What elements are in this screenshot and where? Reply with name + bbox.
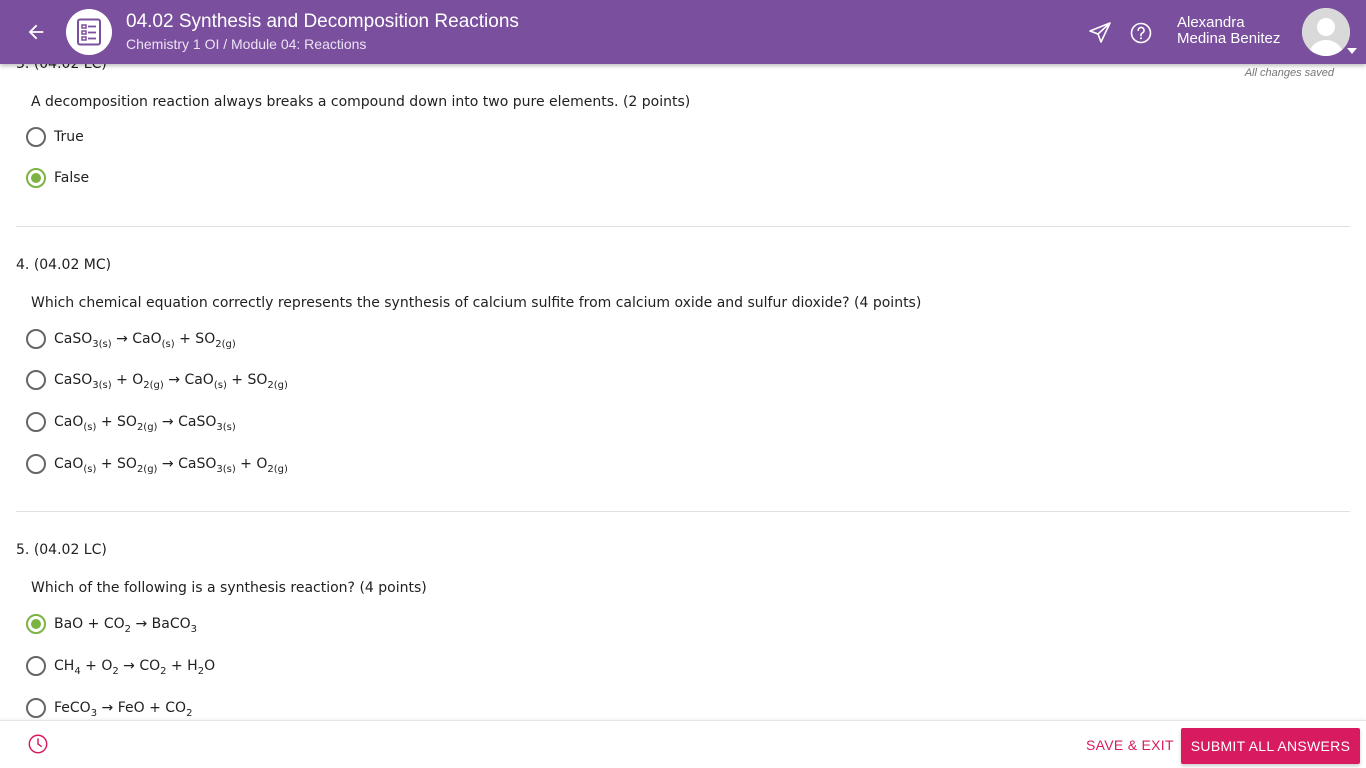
radio-button-selected[interactable] <box>26 614 46 634</box>
page-title: 04.02 Synthesis and Decomposition Reacti… <box>126 11 519 32</box>
radio-button-selected[interactable] <box>26 168 46 188</box>
question-4-prompt: Which chemical equation correctly repres… <box>31 295 922 311</box>
q3-option-true[interactable]: True <box>26 127 84 147</box>
option-label: False <box>54 170 90 186</box>
question-5-header: 5. (04.02 LC) <box>16 542 107 558</box>
option-label: CH4 + O2 → CO2 + H2O <box>54 658 216 677</box>
q5-option-a[interactable]: BaO + CO2 → BaCO3 <box>26 614 197 635</box>
option-label: CaSO3(s) + O2(g) → CaO(s) + SO2(g) <box>54 372 288 391</box>
question-divider <box>16 226 1350 227</box>
radio-button[interactable] <box>26 656 46 676</box>
breadcrumb: Chemistry 1 OI / Module 04: Reactions <box>126 36 367 52</box>
user-name: Alexandra Medina Benitez <box>1177 15 1280 47</box>
checklist-icon <box>77 18 101 46</box>
question-code: (04.02 MC) <box>33 257 112 273</box>
radio-button[interactable] <box>26 127 46 147</box>
option-label: CaO(s) + SO2(g) → CaSO3(s) <box>54 414 236 433</box>
footer-bar: SAVE & EXIT SUBMIT ALL ANSWERS <box>0 720 1366 768</box>
question-divider <box>16 511 1350 512</box>
question-5-prompt: Which of the following is a synthesis re… <box>31 580 427 596</box>
avatar-icon[interactable] <box>1302 8 1350 56</box>
q4-option-a[interactable]: CaSO3(s) → CaO(s) + SO2(g) <box>26 329 236 350</box>
radio-button[interactable] <box>26 329 46 349</box>
help-button[interactable] <box>1129 21 1153 45</box>
q4-option-c[interactable]: CaO(s) + SO2(g) → CaSO3(s) <box>26 412 236 433</box>
question-number: 4. <box>16 257 30 273</box>
radio-button[interactable] <box>26 698 46 718</box>
timer-button[interactable] <box>27 733 49 755</box>
arrow-left-icon[interactable] <box>25 21 47 43</box>
assessment-logo <box>66 9 112 55</box>
option-label: BaO + CO2 → BaCO3 <box>54 616 197 635</box>
radio-button[interactable] <box>26 412 46 432</box>
app-header: 04.02 Synthesis and Decomposition Reacti… <box>0 0 1366 64</box>
question-code: (04.02 LC) <box>33 542 107 558</box>
question-3-prompt: A decomposition reaction always breaks a… <box>31 94 691 110</box>
assessment-content: All changes saved 3. (04.02 LC) A decomp… <box>0 0 1366 720</box>
option-label: FeCO3 → FeO + CO2 <box>54 700 193 719</box>
send-message-button[interactable] <box>1088 21 1112 45</box>
user-avatar[interactable] <box>1302 8 1350 56</box>
question-number: 5. <box>16 542 30 558</box>
radio-button[interactable] <box>26 454 46 474</box>
radio-button[interactable] <box>26 370 46 390</box>
help-icon[interactable] <box>1129 21 1153 45</box>
header-titles: 04.02 Synthesis and Decomposition Reacti… <box>126 10 519 54</box>
clock-icon[interactable] <box>27 733 49 755</box>
send-icon[interactable] <box>1088 21 1112 45</box>
save-exit-button[interactable]: SAVE & EXIT <box>1086 737 1174 753</box>
q4-option-b[interactable]: CaSO3(s) + O2(g) → CaO(s) + SO2(g) <box>26 370 288 391</box>
submit-all-answers-button[interactable]: SUBMIT ALL ANSWERS <box>1181 728 1360 764</box>
q5-option-b[interactable]: CH4 + O2 → CO2 + H2O <box>26 656 216 677</box>
back-button[interactable] <box>22 18 50 46</box>
q4-option-d[interactable]: CaO(s) + SO2(g) → CaSO3(s) + O2(g) <box>26 454 288 475</box>
user-first-name: Alexandra <box>1177 14 1245 31</box>
option-label: CaO(s) + SO2(g) → CaSO3(s) + O2(g) <box>54 456 288 475</box>
q3-option-false[interactable]: False <box>26 168 89 188</box>
option-label: CaSO3(s) → CaO(s) + SO2(g) <box>54 331 236 350</box>
q5-option-c[interactable]: FeCO3 → FeO + CO2 <box>26 698 193 719</box>
option-label: True <box>54 129 84 145</box>
question-4-header: 4. (04.02 MC) <box>16 257 111 273</box>
chevron-down-icon[interactable] <box>1347 48 1357 54</box>
user-last-name: Medina Benitez <box>1177 30 1281 47</box>
save-status: All changes saved <box>1244 67 1334 79</box>
